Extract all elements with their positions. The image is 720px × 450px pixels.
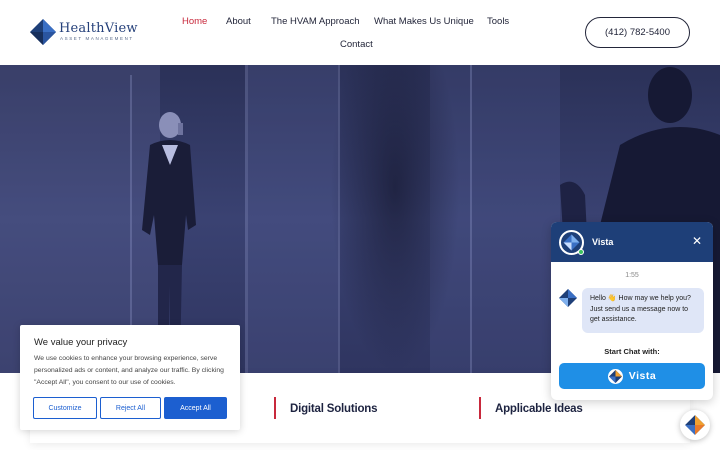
vista-button-icon <box>607 368 623 384</box>
phone-button[interactable]: (412) 782-5400 <box>585 17 690 48</box>
online-indicator <box>578 249 584 255</box>
chat-agent-name: Vista <box>592 237 614 247</box>
logo-brand-text: HealthView <box>59 21 138 36</box>
logo-diamond-icon <box>30 19 56 45</box>
nav-tools[interactable]: Tools <box>487 16 509 27</box>
chat-launcher-button[interactable] <box>680 410 710 440</box>
chat-message-bubble: Hello 👋 How may we help you? Just send u… <box>582 288 704 333</box>
nav-hvam-approach[interactable]: The HVAM Approach <box>271 16 360 27</box>
nav-about[interactable]: About <box>226 16 251 27</box>
start-chat-label: Start Chat with: <box>604 347 660 356</box>
start-chat-vista-button[interactable]: Vista <box>559 363 705 389</box>
digital-solutions-label[interactable]: Digital Solutions <box>290 403 378 415</box>
chat-launcher-icon <box>685 415 705 435</box>
cookie-consent-banner: We value your privacy We use cookies to … <box>20 325 240 430</box>
chat-widget: Vista ✕ 1:55 Hello 👋 How may we help you… <box>551 222 713 400</box>
nav-what-makes-us-unique[interactable]: What Makes Us Unique <box>374 16 474 27</box>
bot-avatar-icon <box>559 289 577 307</box>
site-header: HealthView ASSET MANAGEMENT Home About T… <box>0 0 720 65</box>
cookie-text: We use cookies to enhance your browsing … <box>34 355 224 386</box>
healthview-logo[interactable]: HealthView ASSET MANAGEMENT <box>30 19 140 45</box>
close-icon[interactable]: ✕ <box>692 235 702 247</box>
customize-button[interactable]: Customize <box>33 397 97 419</box>
accept-all-button[interactable]: Accept All <box>164 397 227 419</box>
chat-header: Vista ✕ <box>551 222 713 262</box>
main-nav: Home About The HVAM Approach What Makes … <box>175 0 520 65</box>
vista-button-label: Vista <box>628 370 657 382</box>
nav-home[interactable]: Home <box>182 16 207 27</box>
chat-timestamp: 1:55 <box>625 272 639 279</box>
reject-all-button[interactable]: Reject All <box>100 397 161 419</box>
nav-contact[interactable]: Contact <box>340 39 373 50</box>
logo-sub-text: ASSET MANAGEMENT <box>60 36 134 41</box>
applicable-ideas-label[interactable]: Applicable Ideas <box>495 403 583 415</box>
cookie-title: We value your privacy <box>34 337 128 348</box>
